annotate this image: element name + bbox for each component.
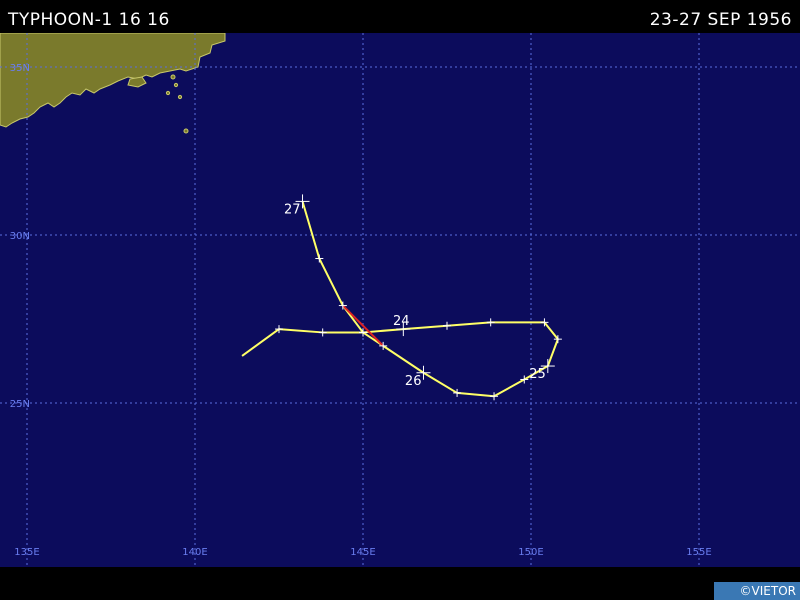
island-shape <box>170 74 176 80</box>
island-shape <box>177 94 183 100</box>
day-label: 24 <box>393 314 410 329</box>
map-canvas: 35N 30N 25N 135E 140E 145E 150E 155E 24 25 26 27 <box>0 32 800 567</box>
day-label: 26 <box>405 374 422 389</box>
track-map: 35N 30N 25N 135E 140E 145E 150E 155E 24 25 26 27 <box>0 32 800 567</box>
lon-label: 155E <box>686 547 711 558</box>
lat-label: 35N <box>10 63 30 74</box>
lat-label: 30N <box>10 231 30 242</box>
island-shape <box>183 128 189 134</box>
footer-bar: ©VIETOR <box>0 567 800 600</box>
lat-label: 25N <box>10 399 30 410</box>
day-label: 27 <box>284 202 301 217</box>
lon-label: 145E <box>350 547 375 558</box>
island-shape <box>173 82 179 88</box>
ocean-background <box>0 33 800 567</box>
header-bar: TYPHOON-1 16 16 23-27 SEP 1956 <box>0 0 800 33</box>
lon-label: 140E <box>182 547 207 558</box>
island-shape <box>165 90 171 96</box>
storm-title: TYPHOON-1 16 16 <box>8 10 170 30</box>
lon-label: 135E <box>14 547 39 558</box>
lon-label: 150E <box>518 547 543 558</box>
day-label: 25 <box>529 367 546 382</box>
credit-badge: ©VIETOR <box>714 582 800 600</box>
date-range: 23-27 SEP 1956 <box>649 10 792 30</box>
